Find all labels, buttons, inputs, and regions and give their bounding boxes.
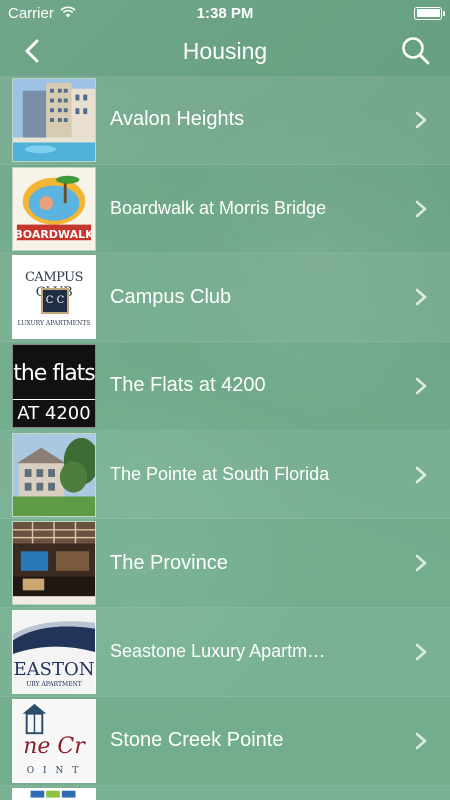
list-item[interactable]: EASTON URY APARTMENT Seastone Luxury Apa… bbox=[0, 608, 450, 697]
listing-thumbnail bbox=[12, 521, 96, 606]
battery-icon bbox=[414, 6, 445, 20]
thumb-logo-text: BOARDWALK bbox=[14, 227, 94, 241]
list-item[interactable] bbox=[0, 785, 450, 800]
list-item[interactable]: the flats AT 4200 The Flats at 4200 bbox=[0, 342, 450, 431]
chevron-right-icon bbox=[415, 200, 427, 217]
listing-thumbnail: EASTON URY APARTMENT bbox=[12, 609, 96, 694]
listing-name: Stone Creek Pointe bbox=[110, 729, 284, 752]
listing-name: Boardwalk at Morris Bridge bbox=[110, 198, 327, 219]
chevron-right-icon bbox=[415, 377, 427, 395]
chevron-right-icon bbox=[415, 288, 427, 306]
thumb-logo-text: ne Cr bbox=[23, 733, 85, 759]
listing-thumbnail bbox=[12, 432, 96, 517]
list-item[interactable]: BOARDWALK Boardwalk at Morris Bridge bbox=[0, 164, 450, 254]
listing-name: The Province bbox=[110, 551, 228, 574]
listing-name: Campus Club bbox=[110, 285, 232, 308]
status-bar: Carrier 1:38 PM bbox=[0, 0, 450, 26]
chevron-right-icon bbox=[415, 554, 427, 572]
listing-thumbnail bbox=[12, 77, 96, 162]
status-left: Carrier bbox=[8, 5, 76, 22]
search-icon bbox=[402, 37, 430, 65]
navigation-bar: Housing bbox=[0, 26, 450, 76]
thumb-monogram: C C bbox=[41, 288, 69, 315]
list-item[interactable]: CAMPUS CLUB C C LUXURY APARTMENTS Campus… bbox=[0, 253, 450, 343]
thumb-sub-text: AT 4200 bbox=[17, 402, 91, 424]
listing-name: The Flats at 4200 bbox=[110, 374, 266, 397]
chevron-right-icon bbox=[415, 466, 427, 483]
search-button[interactable] bbox=[400, 35, 432, 67]
listing-name: The Pointe at South Florida bbox=[110, 464, 330, 485]
list-item[interactable]: The Pointe at South Florida bbox=[0, 430, 450, 520]
thumb-logo-text: the flats bbox=[13, 360, 95, 386]
listing-name: Seastone Luxury Apartm… bbox=[110, 641, 326, 662]
thumb-sub-text: URY APARTMENT bbox=[26, 680, 82, 688]
thumb-divider bbox=[13, 398, 95, 400]
list-item[interactable]: ne Cr O I N T Stone Creek Pointe bbox=[0, 696, 450, 786]
listing-thumbnail: the flats AT 4200 bbox=[12, 343, 96, 428]
listing-thumbnail bbox=[12, 787, 96, 800]
wifi-icon bbox=[60, 5, 76, 22]
chevron-right-icon bbox=[415, 732, 427, 749]
back-button[interactable] bbox=[18, 36, 48, 66]
housing-list: Avalon Heights BOARDWALK Boardwalk at Mo… bbox=[0, 76, 450, 800]
thumb-logo-text: EASTON bbox=[13, 658, 95, 680]
list-item[interactable]: Avalon Heights bbox=[0, 76, 450, 165]
chevron-left-icon bbox=[25, 39, 39, 63]
listing-thumbnail: BOARDWALK bbox=[12, 166, 96, 251]
chevron-right-icon bbox=[415, 111, 427, 129]
list-item[interactable]: The Province bbox=[0, 519, 450, 609]
chevron-right-icon bbox=[415, 643, 427, 661]
page-title: Housing bbox=[182, 37, 268, 64]
listing-name: Avalon Heights bbox=[110, 108, 245, 131]
thumb-sub-text: O I N T bbox=[26, 765, 82, 776]
thumb-sub-text: LUXURY APARTMENTS bbox=[17, 320, 91, 328]
listing-thumbnail: CAMPUS CLUB C C LUXURY APARTMENTS bbox=[12, 255, 96, 340]
listing-thumbnail: ne Cr O I N T bbox=[12, 698, 96, 783]
carrier-label: Carrier bbox=[8, 4, 54, 22]
